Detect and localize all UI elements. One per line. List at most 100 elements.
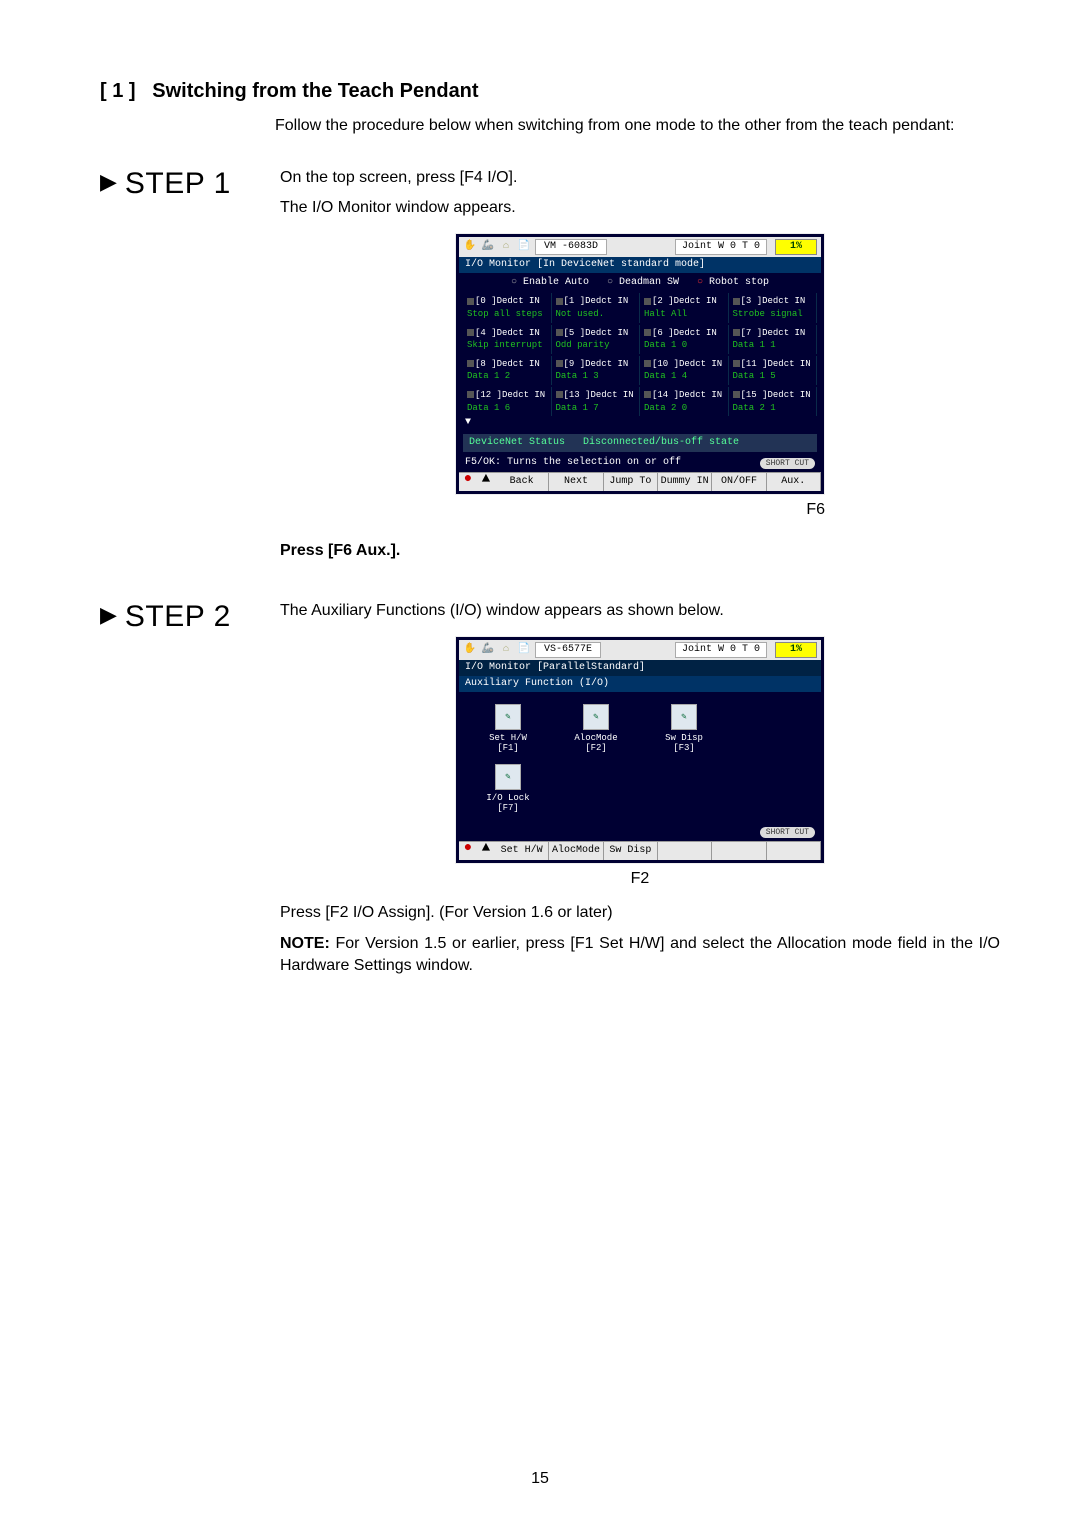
step-1-label: ▶ STEP 1 [100,167,260,570]
io-cell[interactable]: [4 ]Dedct INSkip interrupt [463,325,552,354]
step-2-label: ▶ STEP 2 [100,600,260,986]
io-cell[interactable]: [6 ]Dedct INData 1 0 [640,325,729,354]
step-2-label-text: STEP 2 [125,600,231,634]
aux-app[interactable]: ✎Set H/W[F1] [469,704,547,754]
softkeys-2: ● ▲ Set H/W AlocMode Sw Disp [459,841,821,860]
status-bar-2: ✋ 🦾 ⌂ 📄 VS-6577E Joint W 0 T 0 1% [459,640,821,660]
aux-functions-screenshot: ✋ 🦾 ⌂ 📄 VS-6577E Joint W 0 T 0 1% I/O Mo… [455,636,825,864]
io-cell[interactable]: [14 ]Dedct INData 2 0 [640,387,729,416]
step-1: ▶ STEP 1 On the top screen, press [F4 I/… [100,167,1000,570]
version-note: NOTE: For Version 1.5 or earlier, press … [280,933,1000,978]
screen1-caption: F6 [455,499,825,521]
softkeys: ● ▲ Back Next Jump To Dummy IN ON/OFF Au… [459,472,821,491]
hand-icon: ✋ [463,240,477,254]
machine-id-2: VS-6577E [535,642,601,658]
io-cell[interactable]: [9 ]Dedct INData 1 3 [552,356,641,385]
radio-row: Enable Auto Deadman SW Robot stop [459,273,821,293]
devicenet-status: DeviceNet Status Disconnected/bus-off st… [463,434,817,452]
note-body: For Version 1.5 or earlier, press [F1 Se… [280,935,1000,974]
aux-app[interactable]: ✎Sw Disp[F3] [645,704,723,754]
status-bar: ✋ 🦾 ⌂ 📄 VM -6083D Joint W 0 T 0 1% [459,237,821,257]
hint-bar: F5/OK: Turns the selection on or off SHO… [459,454,821,472]
hint-text: F5/OK: Turns the selection on or off [465,456,681,470]
io-cell[interactable]: [13 ]Dedct INData 1 7 [552,387,641,416]
section-title: Switching from the Teach Pendant [152,80,478,102]
up-arrow-icon[interactable]: ▲ [477,473,495,491]
note-prefix: NOTE: [280,935,330,952]
joint-readout: Joint W 0 T 0 [675,239,767,255]
page-number: 15 [0,1470,1080,1488]
up-arrow-icon[interactable]: ▲ [477,842,495,860]
machine-id: VM -6083D [535,239,607,255]
shortcut-badge[interactable]: SHORT CUT [760,458,815,469]
aux-app [733,764,811,814]
sk-on-off[interactable]: ON/OFF [712,473,766,491]
sk-aux[interactable]: Aux. [767,473,821,491]
screen2-caption: F2 [455,868,825,890]
io-monitor-screenshot: ✋ 🦾 ⌂ 📄 VM -6083D Joint W 0 T 0 1% I/O M… [455,233,825,495]
window-title: I/O Monitor [In DeviceNet standard mode] [459,257,821,273]
sk-empty-2 [712,842,766,860]
io-cell[interactable]: [2 ]Dedct INHalt All [640,293,729,322]
home-icon: ⌂ [499,240,513,254]
press-f2-io-assign: Press [F2 I/O Assign]. (For Version 1.6 … [280,902,1000,924]
home-icon: ⌂ [499,643,513,657]
sk-empty-1 [658,842,712,860]
joint-readout-2: Joint W 0 T 0 [675,642,767,658]
shortcut-badge-2[interactable]: SHORT CUT [760,827,815,838]
aux-app-grid: ✎Set H/W[F1]✎AlocMode[F2]✎Sw Disp[F3] ✎I/… [459,692,821,824]
aux-app [645,764,723,814]
io-cell[interactable]: [7 ]Dedct INData 1 1 [729,325,818,354]
step-2: ▶ STEP 2 The Auxiliary Functions (I/O) w… [100,600,1000,986]
sk-alocmode[interactable]: AlocMode [549,842,603,860]
sk-sw-disp[interactable]: Sw Disp [604,842,658,860]
section-number: [ 1 ] [100,80,136,102]
io-cell[interactable]: [0 ]Dedct INStop all steps [463,293,552,322]
hand-icon: ✋ [463,643,477,657]
down-arrow-icon[interactable]: ▼ [459,416,821,432]
io-cell[interactable]: [10 ]Dedct INData 1 4 [640,356,729,385]
doc-icon: 📄 [517,240,531,254]
arm-icon: 🦾 [481,240,495,254]
window-title-2: Auxiliary Function (I/O) [459,676,821,692]
step-1-line-1: On the top screen, press [F4 I/O]. [280,167,1000,189]
io-cell[interactable]: [1 ]Dedct INNot used. [552,293,641,322]
step-1-label-text: STEP 1 [125,167,231,201]
devicenet-value: Disconnected/bus-off state [583,436,739,450]
io-cell[interactable]: [12 ]Dedct INData 1 6 [463,387,552,416]
io-cell[interactable]: [15 ]Dedct INData 2 1 [729,387,818,416]
speed-badge: 1% [775,239,817,255]
sk-dummy-in[interactable]: Dummy IN [658,473,712,491]
speed-badge-2: 1% [775,642,817,658]
aux-app[interactable]: ✎I/O Lock[F7] [469,764,547,814]
step-1-line-2: The I/O Monitor window appears. [280,197,1000,219]
io-cell[interactable]: [8 ]Dedct INData 1 2 [463,356,552,385]
sk-back[interactable]: Back [495,473,549,491]
aux-app [733,704,811,754]
io-cell[interactable]: [3 ]Dedct INStrobe signal [729,293,818,322]
step-2-line-1: The Auxiliary Functions (I/O) window app… [280,600,1000,622]
io-cell[interactable]: [11 ]Dedct INData 1 5 [729,356,818,385]
rec-dot-icon: ● [459,473,477,491]
radio-robot-stop[interactable]: Robot stop [697,276,769,290]
sk-next[interactable]: Next [549,473,603,491]
triangle-icon: ▶ [100,167,117,198]
section-heading: [ 1 ] Switching from the Teach Pendant [100,80,1000,103]
radio-deadman-sw[interactable]: Deadman SW [607,276,679,290]
devicenet-label: DeviceNet Status [469,436,565,450]
hint-bar-2: SHORT CUT [459,824,821,841]
radio-enable-auto[interactable]: Enable Auto [511,276,589,290]
triangle-icon: ▶ [100,600,117,631]
sk-jump-to[interactable]: Jump To [604,473,658,491]
doc-icon: 📄 [517,643,531,657]
press-f6-aux: Press [F6 Aux.]. [280,540,1000,562]
io-cell[interactable]: [5 ]Dedct INOdd parity [552,325,641,354]
section-intro: Follow the procedure below when switchin… [275,115,1000,137]
arm-icon: 🦾 [481,643,495,657]
sk-set-hw[interactable]: Set H/W [495,842,549,860]
io-grid: [0 ]Dedct INStop all steps[1 ]Dedct INNo… [459,293,821,416]
rec-dot-icon: ● [459,842,477,860]
bg-tab: I/O Monitor [ParallelStandard] [459,660,821,676]
aux-app[interactable]: ✎AlocMode[F2] [557,704,635,754]
aux-app [557,764,635,814]
